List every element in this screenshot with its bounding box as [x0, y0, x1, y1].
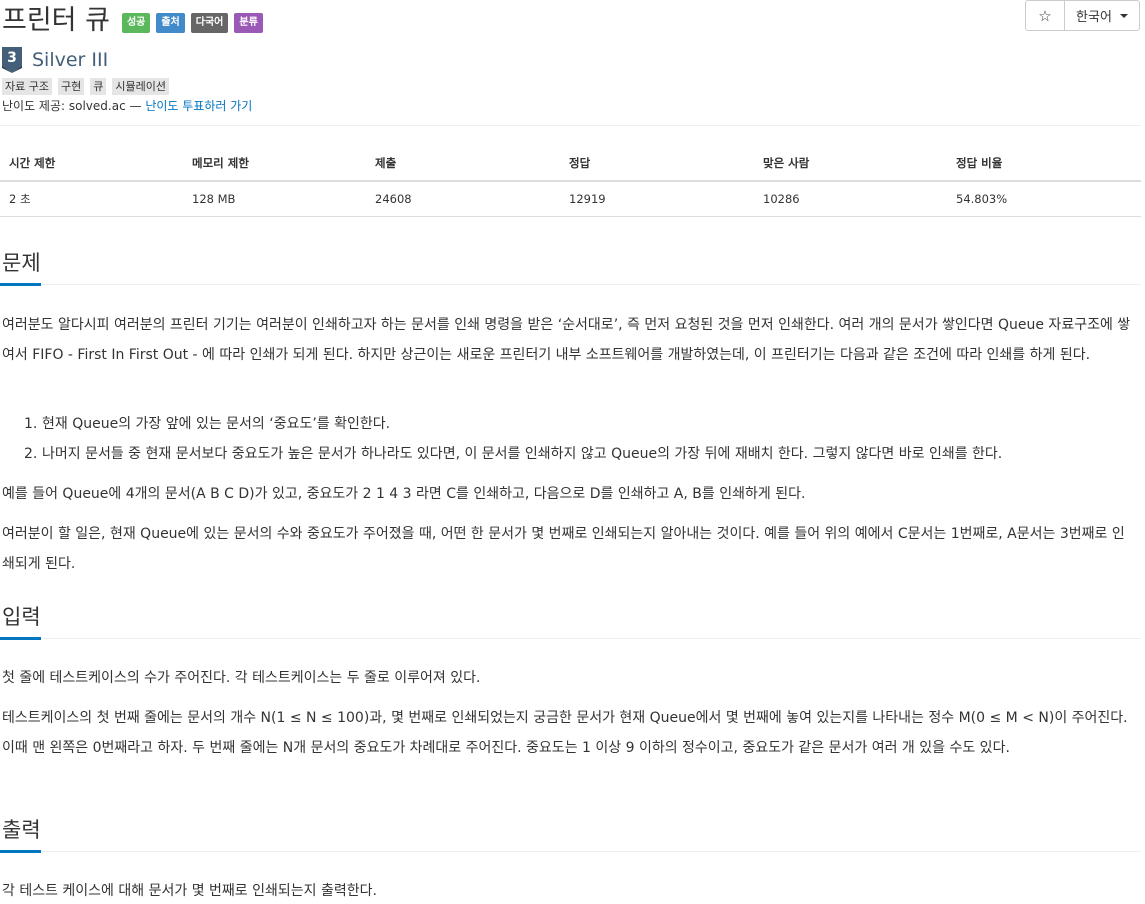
- value-ratio: 54.803%: [947, 181, 1141, 217]
- tag-queue[interactable]: 큐: [90, 78, 107, 95]
- problem-info-table: 시간 제한 메모리 제한 제출 정답 맞은 사람 정답 비율 2 초 128 M…: [0, 145, 1141, 217]
- problem-task: 여러분이 할 일은, 현재 Queue에 있는 문서의 수와 중요도가 주어졌을…: [2, 526, 1125, 572]
- header-accepted: 정답: [560, 145, 754, 182]
- output-description: 각 테스트 케이스에 대해 문서가 몇 번째로 인쇄되는지 출력한다.: [2, 883, 377, 899]
- problem-example: 예를 들어 Queue에 4개의 문서(A B C D)가 있고, 중요도가 2…: [2, 486, 806, 502]
- star-icon: ☆: [1038, 6, 1052, 25]
- page-title: 프린터 큐: [2, 5, 110, 36]
- problem-steps: 1. 현재 Queue의 가장 앞에 있는 문서의 ‘중요도’를 확인한다. 2…: [2, 409, 1136, 469]
- language-label: 한국어: [1076, 10, 1112, 25]
- tag-list: 자료 구조 구현 큐 시뮬레이션: [2, 78, 169, 95]
- value-submissions: 24608: [366, 181, 560, 217]
- header-time-limit: 시간 제한: [0, 145, 183, 182]
- value-solvers: 10286: [754, 181, 947, 217]
- input-description-1: 첫 줄에 테스트케이스의 수가 주어진다. 각 테스트케이스는 두 줄로 이루어…: [2, 670, 481, 686]
- label-multilang[interactable]: 다국어: [190, 13, 229, 33]
- step-text: 나머지 문서들 중 현재 문서보다 중요도가 높은 문서가 하나라도 있다면, …: [42, 446, 1003, 462]
- tag-simulation[interactable]: 시뮬레이션: [112, 78, 169, 95]
- list-item: 2. 나머지 문서들 중 현재 문서보다 중요도가 높은 문서가 하나라도 있다…: [2, 439, 1136, 469]
- tier-name[interactable]: Silver III: [32, 49, 108, 71]
- header-solvers: 맞은 사람: [754, 145, 947, 182]
- header-actions: ☆ 한국어: [1025, 0, 1140, 31]
- problem-page: 프린터 큐 성공 출처 다국어 분류 ☆ 한국어 3 Silver III 자료…: [0, 0, 1141, 904]
- tag-implementation[interactable]: 구현: [57, 78, 85, 95]
- credit-text: 난이도 제공: solved.ac —: [2, 99, 142, 113]
- tier-badge-icon: 3: [2, 47, 22, 73]
- step-number: 2.: [24, 446, 38, 462]
- problem-heading: 문제: [2, 251, 41, 275]
- step-number: 1.: [24, 416, 38, 432]
- output-heading: 출력: [2, 818, 41, 842]
- divider: [0, 125, 1141, 126]
- vote-difficulty-link[interactable]: 난이도 투표하러 가기: [145, 99, 252, 113]
- tier-number: 3: [7, 50, 17, 66]
- header-submissions: 제출: [366, 145, 560, 182]
- input-description-2: 테스트케이스의 첫 번째 줄에는 문서의 개수 N(1 ≤ N ≤ 100)과,…: [2, 710, 1128, 756]
- table-header-row: 시간 제한 메모리 제한 제출 정답 맞은 사람 정답 비율: [0, 145, 1141, 182]
- input-heading: 입력: [2, 605, 41, 629]
- language-dropdown[interactable]: 한국어: [1065, 1, 1139, 30]
- tier-row: 3 Silver III: [2, 47, 108, 73]
- value-memory-limit: 128 MB: [183, 181, 366, 217]
- table-row: 2 초 128 MB 24608 12919 10286 54.803%: [0, 181, 1141, 217]
- problem-description: 여러분도 알다시피 여러분의 프린터 기기는 여러분이 인쇄하고자 하는 문서를…: [2, 317, 1131, 363]
- list-item: 1. 현재 Queue의 가장 앞에 있는 문서의 ‘중요도’를 확인한다.: [2, 409, 1136, 439]
- value-time-limit: 2 초: [0, 181, 183, 217]
- header-memory-limit: 메모리 제한: [183, 145, 366, 182]
- value-accepted: 12919: [560, 181, 754, 217]
- title-row: 프린터 큐 성공 출처 다국어 분류: [2, 2, 263, 40]
- section-underline: [0, 637, 1141, 640]
- step-text: 현재 Queue의 가장 앞에 있는 문서의 ‘중요도’를 확인한다.: [42, 416, 391, 432]
- favorite-button[interactable]: ☆: [1026, 1, 1065, 30]
- header-ratio: 정답 비율: [947, 145, 1141, 182]
- label-source[interactable]: 출처: [156, 13, 185, 33]
- label-category[interactable]: 분류: [234, 13, 263, 33]
- tag-data-structure[interactable]: 자료 구조: [2, 78, 52, 95]
- section-underline: [0, 850, 1141, 853]
- caret-down-icon: [1119, 13, 1128, 18]
- label-success[interactable]: 성공: [121, 13, 151, 33]
- difficulty-credit: 난이도 제공: solved.ac — 난이도 투표하러 가기: [2, 97, 252, 114]
- section-underline: [0, 283, 1141, 286]
